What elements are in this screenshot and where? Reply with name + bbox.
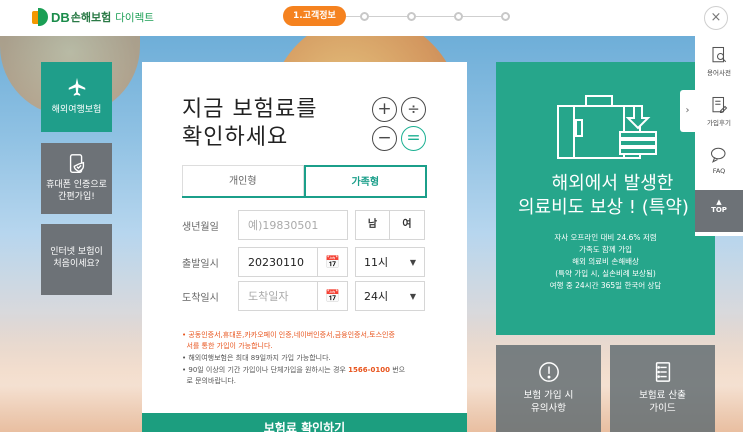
check-premium-button[interactable]: 보험료 확인하기 [142,413,467,432]
form-title: 지금 보험료를 확인하세요 [182,96,317,152]
guide-line2: 가이드 [649,403,676,414]
step-progress: 1.고객정보 [283,6,510,26]
minus-icon: − [372,126,397,151]
promo-description: 자사 오프라인 대비 24.6% 저렴 가족도 함께 가입 해외 의료비 손해배… [496,232,715,292]
exclamation-icon [538,362,559,382]
form-notes: • 공동인증서,휴대폰,카카오페이 인증,네이버인증서,금융인증서,토스인증 서… [182,330,432,388]
step-connector [462,15,501,17]
faq-label: FAQ [712,167,726,175]
arrow-up-icon: ▲ [716,198,722,206]
depart-time-select[interactable]: 11시 ▼ [355,247,425,277]
chevron-down-icon: ▼ [409,257,416,267]
step-1-active: 1.고객정보 [283,6,346,26]
form-title-line1: 지금 보험료를 [182,97,318,122]
chevron-down-icon: ▼ [409,291,416,301]
note-auth: • 공동인증서,휴대폰,카카오페이 인증,네이버인증서,금융인증서,토스인증 서… [182,331,395,350]
caution-tile[interactable]: 보험 가입 시 유의사항 [496,345,601,432]
phone-auth-line2: 간편가입! [58,192,95,202]
review-label: 가입후기 [707,119,731,127]
first-time-line2: 처음이세요? [53,259,100,269]
first-time-line1: 인터넷 보험이 [50,247,103,257]
tab-individual[interactable]: 개인형 [182,165,304,196]
phone-auth-line1: 휴대폰 인증으로 [46,180,107,190]
step-connector [368,15,407,17]
document-list-icon [655,362,670,382]
promo-title: 해외에서 발생한 의료비도 보상 ! (특약) [510,172,715,220]
suitcase-money-icon [557,95,657,159]
close-button[interactable]: × [704,6,728,30]
rail-toggle-button[interactable]: › [680,90,695,132]
arrive-label: 도착일시 [182,292,219,304]
birth-input[interactable]: 예)19830501 [238,210,348,240]
logo-db-text: DB [51,9,70,25]
note-max-days: • 해외여행보험은 최대 89일까지 가입 가능합니다. [182,354,331,362]
step-connector [415,15,454,17]
plus-icon: + [372,97,397,122]
promo-desc-line: 해외 의료비 손해배상 [572,257,639,266]
gender-male-button[interactable]: 남 [355,210,390,240]
glossary-button[interactable]: 용어사전 [695,46,743,77]
first-time-tile[interactable]: 인터넷 보험이 처음이세요? [41,224,112,295]
airplane-icon [68,77,85,96]
guide-line1: 보험료 산출 [639,390,686,401]
arrive-date-input[interactable]: 도착일자 [238,281,318,311]
promo-title-line2: 의료비도 보상 ! (특약) [518,197,689,218]
document-search-icon [712,46,727,63]
top-label: TOP [711,206,727,214]
promo-title-line1: 해외에서 발생한 [551,173,674,194]
scroll-top-button[interactable]: ▲ TOP [695,190,743,232]
divide-icon: ÷ [401,97,426,122]
depart-label: 출발일시 [182,258,219,270]
phone-number: 1566-0100 [348,366,390,374]
promo-desc-line: 자사 오프라인 대비 24.6% 저렴 [554,233,657,242]
caution-line1: 보험 가입 시 [523,390,574,401]
step-5-dot [500,11,510,21]
step-connector [345,15,360,17]
edit-document-icon [712,96,728,114]
phone-shield-icon [69,154,84,173]
chat-bubble-icon [710,147,726,163]
guide-tile[interactable]: 보험료 산출 가이드 [610,345,715,432]
promo-desc-line: (특약 가입 시, 실손비례 보상됨) [555,269,656,278]
step-4-dot [453,11,463,21]
logo-company-text: 손해보험 [70,11,112,24]
step-3-dot [406,11,416,21]
depart-row: 출발일시 20230110 📅 11시 ▼ [182,247,425,277]
arrive-time-select[interactable]: 24시 ▼ [355,281,425,311]
travel-insurance-tile[interactable]: 해외여행보험 [41,62,112,132]
gender-female-button[interactable]: 여 [390,210,425,240]
depart-date-input[interactable]: 20230110 [238,247,318,277]
plan-type-tabs: 개인형 가족형 [182,165,427,198]
arrive-time-value: 24시 [364,290,389,303]
calculator-icon: + ÷ − = [372,97,428,153]
birth-row: 생년월일 예)19830501 남 여 [182,210,425,240]
step-2-dot [359,11,369,21]
premium-form-card: 지금 보험료를 확인하세요 + ÷ − = 개인형 가족형 생년월일 예)198… [142,62,467,432]
travel-insurance-label: 해외여행보험 [51,105,102,115]
form-title-line2: 확인하세요 [182,125,289,150]
calendar-icon[interactable]: 📅 [318,247,348,277]
birth-label: 생년월일 [182,221,219,233]
tab-family[interactable]: 가족형 [303,165,427,196]
note-group: • 90일 이상의 기간 가입이나 단체가입을 원하시는 경우 1566-010… [182,366,406,385]
arrive-row: 도착일시 도착일자 📅 24시 ▼ [182,281,425,311]
promo-desc-line: 여행 중 24시간 365일 한국어 상담 [549,281,662,290]
logo-mark-icon [32,8,48,26]
equals-icon: = [401,126,426,151]
glossary-label: 용어사전 [707,69,731,77]
review-button[interactable]: 가입후기 [695,96,743,127]
caution-line2: 유의사항 [531,403,566,414]
logo-direct-text: 다이렉트 [115,11,154,24]
top-bar: DB 손해보험 다이렉트 1.고객정보 × [0,0,743,36]
promo-desc-line: 가족도 함께 가입 [578,245,633,254]
calendar-icon[interactable]: 📅 [318,281,348,311]
phone-auth-tile[interactable]: 휴대폰 인증으로 간편가입! [41,143,112,214]
logo[interactable]: DB 손해보험 다이렉트 [32,8,154,26]
depart-time-value: 11시 [364,256,389,269]
faq-button[interactable]: FAQ [695,146,743,175]
